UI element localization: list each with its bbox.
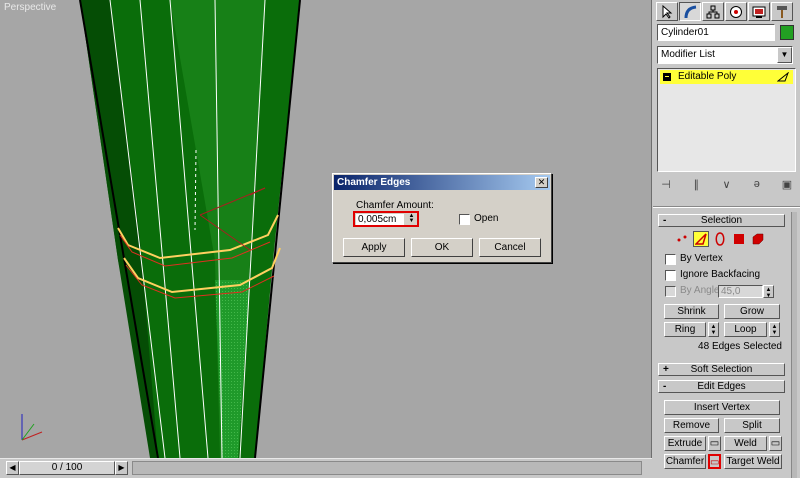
arrow-left-icon[interactable]: ◀ [6, 461, 19, 475]
loop-button[interactable]: Loop [724, 322, 767, 337]
timeline-track[interactable] [132, 461, 642, 475]
modifier-stack[interactable]: Editable Poly [657, 68, 796, 172]
remove-button[interactable]: Remove [664, 418, 719, 433]
tab-display[interactable] [748, 2, 770, 21]
element-mode-icon[interactable] [750, 231, 766, 247]
weld-settings-icon[interactable]: ▭ [769, 436, 782, 451]
vertex-mode-icon[interactable] [674, 231, 690, 247]
remove-modifier-icon[interactable]: ə [748, 177, 766, 191]
panel-divider [653, 206, 800, 208]
command-panel-scrollbar[interactable] [791, 212, 797, 478]
display-monitor-icon [752, 6, 766, 18]
weld-button[interactable]: Weld [724, 436, 767, 451]
edge-mode-icon[interactable] [693, 231, 709, 247]
stack-tools: ⊣ ∥ ∨ ə ▣ [657, 176, 796, 192]
ignore-backfacing-checkbox[interactable] [665, 270, 676, 281]
modifier-list-label: Modifier List [661, 49, 715, 60]
motion-icon [730, 5, 742, 18]
by-vertex-label: By Vertex [680, 253, 723, 264]
chamfer-edges-dialog: Chamfer Edges ✕ Chamfer Amount: 0,005cm … [332, 173, 552, 263]
cancel-button[interactable]: Cancel [479, 238, 541, 257]
tab-hierarchy[interactable] [702, 2, 724, 21]
apply-button[interactable]: Apply [343, 238, 405, 257]
stack-item-editable-poly[interactable]: Editable Poly [660, 70, 793, 84]
expand-icon: + [663, 364, 669, 375]
cylinder-mesh[interactable] [0, 0, 652, 458]
angle-spinner[interactable]: ▲ ▼ [763, 285, 774, 299]
soft-selection-rollout-header[interactable]: + Soft Selection [658, 363, 785, 376]
dialog-title: Chamfer Edges [337, 177, 411, 188]
edit-edges-rollout-header[interactable]: - Edit Edges [658, 380, 785, 393]
ok-button[interactable]: OK [411, 238, 473, 257]
expand-icon[interactable] [663, 73, 671, 81]
chevron-down-icon[interactable]: ▼ [777, 47, 792, 63]
by-angle-label: By Angle: [680, 285, 723, 296]
configure-modifier-sets-icon[interactable]: ▣ [778, 177, 796, 191]
chamfer-amount-spinner[interactable]: ▲ ▼ [407, 213, 416, 225]
grow-button[interactable]: Grow [724, 304, 780, 319]
by-angle-checkbox[interactable] [665, 286, 676, 297]
soft-selection-title: Soft Selection [690, 364, 753, 375]
dialog-title-bar[interactable]: Chamfer Edges ✕ [334, 175, 550, 190]
axis-tripod-icon [21, 414, 43, 441]
ignore-backfacing-label: Ignore Backfacing [680, 269, 761, 280]
viewport-label[interactable]: Perspective [4, 2, 56, 13]
frame-counter[interactable]: 0 / 100 [19, 461, 115, 475]
arrow-right-icon[interactable]: ▶ [115, 461, 128, 475]
close-icon[interactable]: ✕ [535, 177, 548, 188]
selection-rollout-header[interactable]: - Selection [658, 214, 785, 227]
tab-create[interactable] [656, 2, 678, 21]
stack-item-label: Editable Poly [678, 71, 737, 82]
object-color-swatch[interactable] [780, 25, 794, 40]
split-button[interactable]: Split [724, 418, 780, 433]
loop-spinner[interactable]: ▲ ▼ [769, 322, 780, 337]
open-checkbox[interactable] [459, 214, 470, 225]
ring-spinner[interactable]: ▲ ▼ [708, 322, 719, 337]
chamfer-amount-label: Chamfer Amount: [356, 200, 434, 211]
edge-subobject-icon [777, 72, 789, 82]
show-end-result-icon[interactable]: ∥ [687, 177, 705, 191]
target-weld-button[interactable]: Target Weld [724, 454, 782, 469]
extrude-settings-icon[interactable]: ▭ [708, 436, 721, 451]
object-name-input[interactable]: Cylinder01 [657, 24, 775, 41]
tab-motion[interactable] [725, 2, 747, 21]
object-name-row: Cylinder01 [657, 24, 797, 42]
modify-bend-icon [684, 5, 697, 18]
extrude-button[interactable]: Extrude [664, 436, 706, 451]
chamfer-amount-input[interactable]: 0,005cm [356, 214, 404, 225]
time-slider-bar: ◀ 0 / 100 ▶ [0, 458, 652, 478]
chamfer-settings-icon[interactable]: ▭ [708, 454, 721, 469]
open-label: Open [474, 213, 499, 224]
chamfer-amount-field: 0,005cm ▲ ▼ [353, 211, 419, 227]
perspective-viewport[interactable]: Perspective [0, 0, 652, 458]
tab-utilities[interactable] [771, 2, 793, 21]
make-unique-icon[interactable]: ∨ [718, 177, 736, 191]
tab-modify[interactable] [679, 2, 701, 21]
time-slider[interactable]: ◀ 0 / 100 ▶ [6, 461, 128, 475]
modifier-list-dropdown[interactable]: Modifier List ▼ [657, 46, 793, 64]
command-panel-tabs [653, 0, 800, 22]
hierarchy-icon [706, 5, 720, 18]
edit-edges-title: Edit Edges [697, 381, 746, 392]
hammer-icon [777, 5, 787, 18]
by-vertex-checkbox[interactable] [665, 254, 676, 265]
pin-stack-icon[interactable]: ⊣ [657, 177, 675, 191]
ring-button[interactable]: Ring [664, 322, 706, 337]
chamfer-button[interactable]: Chamfer [664, 454, 706, 469]
shrink-button[interactable]: Shrink [664, 304, 719, 319]
border-mode-icon[interactable] [712, 231, 728, 247]
insert-vertex-button[interactable]: Insert Vertex [664, 400, 780, 415]
collapse-icon: - [663, 381, 667, 392]
polygon-mode-icon[interactable] [731, 231, 747, 247]
collapse-icon: - [663, 215, 667, 226]
selection-status: 48 Edges Selected [698, 341, 782, 352]
selection-rollout-title: Selection [700, 215, 743, 226]
pointer-icon [662, 4, 673, 19]
angle-value-input[interactable]: 45,0 [718, 285, 763, 298]
